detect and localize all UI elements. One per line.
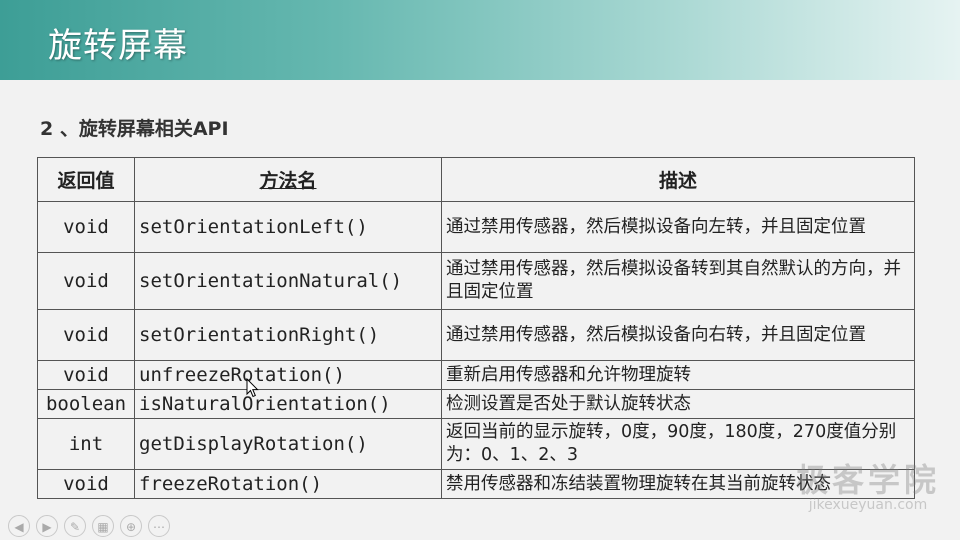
table-header-row: 返回值 方法名 描述 <box>37 157 915 202</box>
method-name: freezeRotation() <box>134 469 442 499</box>
method-description: 通过禁用传感器，然后模拟设备向左转，并且固定位置 <box>441 201 915 253</box>
table-row: void setOrientationNatural() 通过禁用传感器，然后模… <box>37 252 915 310</box>
return-type: void <box>37 252 135 310</box>
pen-icon[interactable]: ✎ <box>64 515 86 537</box>
method-name: setOrientationLeft() <box>134 201 442 253</box>
slide-header: 旋转屏幕 <box>0 0 960 80</box>
return-type: void <box>37 360 135 390</box>
header-method-name-label: 方法名 <box>259 170 317 192</box>
header-method-name: 方法名 <box>134 157 442 202</box>
return-type: void <box>37 309 135 361</box>
table-row: boolean isNaturalOrientation() 检测设置是否处于默… <box>37 389 915 419</box>
watermark-url: jikexueyuan.com <box>808 497 928 513</box>
header-return-value: 返回值 <box>37 157 135 202</box>
zoom-icon[interactable]: ⊕ <box>120 515 142 537</box>
method-description: 检测设置是否处于默认旋转状态 <box>441 389 915 419</box>
slides-icon[interactable]: ▦ <box>92 515 114 537</box>
return-type: int <box>37 418 135 470</box>
table-row: void freezeRotation() 禁用传感器和冻结装置物理旋转在其当前… <box>37 469 915 499</box>
method-description: 通过禁用传感器，然后模拟设备向右转，并且固定位置 <box>441 309 915 361</box>
method-description: 通过禁用传感器，然后模拟设备转到其自然默认的方向，并且固定位置 <box>441 252 915 310</box>
next-icon[interactable]: ▶ <box>36 515 58 537</box>
method-name: getDisplayRotation() <box>134 418 442 470</box>
method-name: unfreezeRotation() <box>134 360 442 390</box>
table-row: void setOrientationRight() 通过禁用传感器，然后模拟设… <box>37 309 915 361</box>
method-name: setOrientationRight() <box>134 309 442 361</box>
presentation-toolbar: ◀ ▶ ✎ ▦ ⊕ ⋯ <box>8 515 170 537</box>
mouse-cursor-icon <box>246 378 259 398</box>
watermark-text: 极客学院 <box>795 461 940 499</box>
table-row: void setOrientationLeft() 通过禁用传感器，然后模拟设备… <box>37 201 915 253</box>
table-row: int getDisplayRotation() 返回当前的显示旋转，0度，90… <box>37 418 915 470</box>
method-description: 重新启用传感器和允许物理旋转 <box>441 360 915 390</box>
prev-icon[interactable]: ◀ <box>8 515 30 537</box>
section-title: 2 、旋转屏幕相关API <box>40 118 229 140</box>
return-type: void <box>37 469 135 499</box>
api-table: 返回值 方法名 描述 void setOrientationLeft() 通过禁… <box>37 157 915 499</box>
method-name: setOrientationNatural() <box>134 252 442 310</box>
header-description: 描述 <box>441 157 915 202</box>
slide-title: 旋转屏幕 <box>48 26 188 66</box>
table-row: void unfreezeRotation() 重新启用传感器和允许物理旋转 <box>37 360 915 390</box>
return-type: void <box>37 201 135 253</box>
more-icon[interactable]: ⋯ <box>148 515 170 537</box>
watermark-logo: 极客学院 jikexueyuan.com <box>796 455 940 513</box>
method-name: isNaturalOrientation() <box>134 389 442 419</box>
return-type: boolean <box>37 389 135 419</box>
